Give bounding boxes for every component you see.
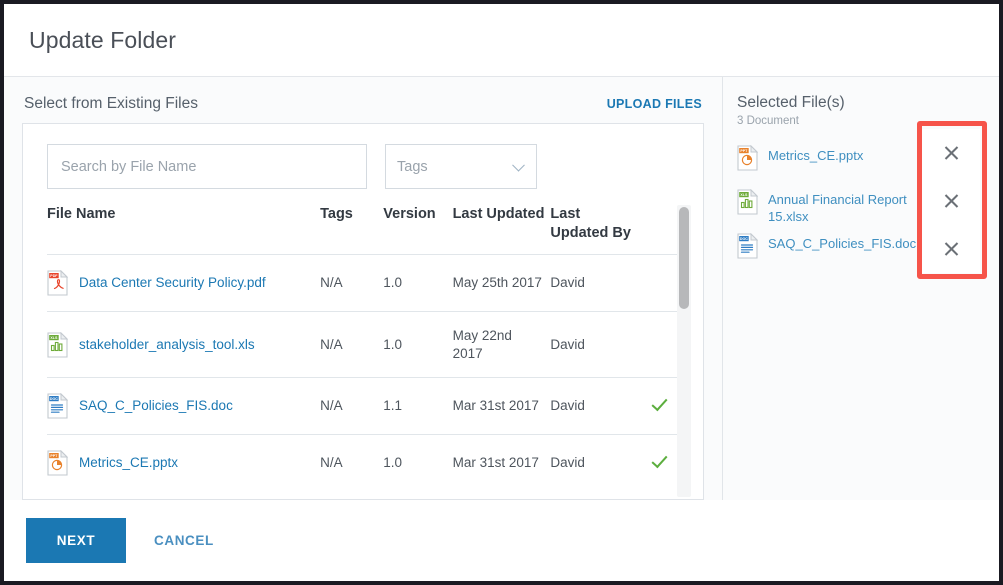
selected-file-name[interactable]: SAQ_C_Policies_FIS.doc [768, 233, 916, 252]
file-table-wrap: File Name Tags Version Last Updated Last… [23, 205, 703, 499]
file-table: File Name Tags Version Last Updated Last… [47, 205, 687, 492]
filter-row: Tags [23, 124, 703, 205]
cell-last-updated: May 22nd 2017 [452, 311, 551, 378]
cell-version: 1.0 [383, 434, 453, 492]
remove-file-button-1[interactable] [922, 129, 980, 177]
svg-text:XLS: XLS [50, 336, 58, 340]
next-button[interactable]: NEXT [26, 517, 126, 563]
svg-text:DOC: DOC [50, 397, 58, 401]
file-list-box: Tags File Name Tags Version Last Updated [22, 123, 704, 500]
close-icon [943, 145, 960, 162]
file-table-body: PDF Data Center Security Policy.pdf N/A 1.0… [47, 254, 687, 492]
xls-file-icon: XLS [737, 188, 759, 215]
check-icon [651, 452, 668, 469]
col-file-name: File Name [47, 206, 116, 222]
selected-files-title: Selected File(s) [737, 94, 845, 111]
col-version: Version [383, 206, 436, 222]
col-last-updated-by: Last Updated By [550, 206, 631, 241]
xls-file-icon: XLS [47, 331, 69, 358]
chevron-down-icon [512, 158, 525, 172]
check-icon [651, 395, 668, 412]
doc-file-icon: DOC [737, 232, 759, 259]
table-row[interactable]: PDF Data Center Security Policy.pdf N/A 1.0… [47, 254, 687, 312]
cancel-button[interactable]: CANCEL [136, 533, 232, 548]
cell-last-updated: May 25th 2017 [452, 254, 551, 312]
page-title: Update Folder [29, 26, 177, 53]
close-icon [943, 193, 960, 210]
svg-text:PDF: PDF [50, 274, 58, 278]
table-scrollbar-thumb[interactable] [679, 207, 689, 309]
selected-file-name[interactable]: Metrics_CE.pptx [768, 145, 863, 164]
file-name-link[interactable]: Data Center Security Policy.pdf [79, 274, 266, 292]
selected-files-pane: Selected File(s) 3 Document PPT Metrics_C… [722, 77, 999, 500]
cell-file-name: PDF Data Center Security Policy.pdf [47, 254, 321, 312]
tags-dropdown-label: Tags [397, 158, 428, 175]
cell-version: 1.0 [383, 311, 453, 378]
col-last-updated: Last Updated [452, 206, 545, 222]
cell-last-updated-by: David [550, 434, 639, 492]
cell-tags: N/A [320, 434, 384, 492]
dialog-body: Select from Existing Files UPLOAD FILES … [4, 77, 999, 500]
svg-text:DOC: DOC [740, 237, 748, 241]
cell-file-name: XLS stakeholder_analysis_tool.xls [47, 311, 321, 378]
table-row[interactable]: PPT Metrics_CE.pptx N/A 1.0 Mar 31st 2017 Dav… [47, 434, 687, 492]
pptx-file-icon: PPT [737, 144, 759, 171]
pptx-file-icon: PPT [47, 449, 69, 476]
cell-last-updated: Mar 31st 2017 [452, 434, 551, 492]
cell-last-updated-by: David [550, 311, 639, 378]
cell-tags: N/A [320, 377, 384, 435]
cell-last-updated: Mar 31st 2017 [452, 377, 551, 435]
section-title: Select from Existing Files [24, 95, 198, 112]
svg-text:XLS: XLS [740, 193, 748, 197]
col-tags: Tags [320, 206, 353, 222]
cell-tags: N/A [320, 254, 384, 312]
close-icon [943, 241, 960, 258]
cell-tags: N/A [320, 311, 384, 378]
search-input[interactable] [47, 144, 367, 189]
update-folder-dialog: Update Folder Select from Existing Files… [4, 4, 999, 581]
tags-dropdown[interactable]: Tags [385, 144, 537, 189]
remove-file-button-3[interactable] [922, 225, 980, 273]
dialog-footer: NEXT CANCEL [4, 500, 999, 580]
remove-buttons-column [922, 129, 980, 273]
upload-files-link[interactable]: UPLOAD FILES [607, 97, 702, 111]
cell-last-updated-by: David [550, 254, 639, 312]
table-header-row: File Name Tags Version Last Updated Last… [47, 205, 687, 255]
selected-files-count: 3 Document [737, 115, 800, 127]
svg-text:PPT: PPT [740, 149, 748, 153]
svg-text:PPT: PPT [50, 454, 58, 458]
cell-version: 1.0 [383, 254, 453, 312]
dialog-titlebar: Update Folder [4, 4, 999, 77]
file-name-link[interactable]: SAQ_C_Policies_FIS.doc [79, 397, 233, 415]
existing-files-header: Select from Existing Files UPLOAD FILES [22, 95, 704, 123]
file-name-link[interactable]: stakeholder_analysis_tool.xls [79, 336, 255, 354]
remove-file-button-2[interactable] [922, 177, 980, 225]
cell-version: 1.1 [383, 377, 453, 435]
pdf-file-icon: PDF [47, 269, 69, 296]
doc-file-icon: DOC [47, 392, 69, 419]
cell-last-updated-by: David [550, 377, 639, 435]
cell-file-name: DOC SAQ_C_Policies_FIS.doc [47, 377, 321, 435]
selected-file-name[interactable]: Annual Financial Report 15.xlsx [768, 189, 929, 226]
table-row[interactable]: XLS stakeholder_analysis_tool.xls N/A 1.0 Ma… [47, 311, 687, 378]
existing-files-pane: Select from Existing Files UPLOAD FILES … [4, 77, 722, 500]
cell-file-name: PPT Metrics_CE.pptx [47, 434, 321, 492]
table-row[interactable]: DOC SAQ_C_Policies_FIS.doc N/A 1.1 Mar 31st … [47, 377, 687, 435]
table-scrollbar-track[interactable] [677, 205, 691, 497]
file-name-link[interactable]: Metrics_CE.pptx [79, 454, 178, 472]
